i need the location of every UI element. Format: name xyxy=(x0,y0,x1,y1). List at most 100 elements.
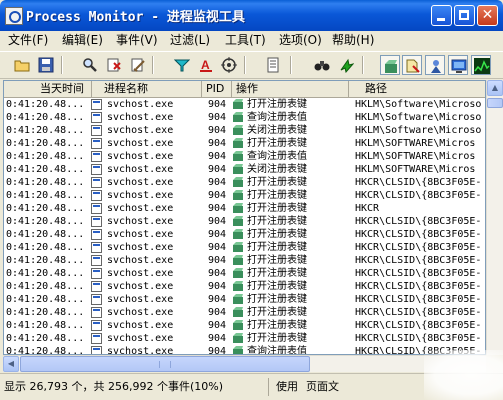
minimize-icon xyxy=(437,18,445,21)
registry-operation-icon xyxy=(232,124,244,136)
clear-icon xyxy=(131,58,145,72)
registry-operation-icon xyxy=(232,306,244,318)
event-path: HKCR\CLSID\{8BC3F05E- xyxy=(355,268,482,279)
event-count-status: 显示 26,793 个，共 256,992 个事件(10%) xyxy=(4,378,269,396)
save-button[interactable] xyxy=(36,55,56,75)
event-row[interactable]: 0:41:20.48... svchost.exe 904 打开注册表键 HKCR\CL… xyxy=(4,189,485,202)
event-row[interactable]: 0:41:20.48... svchost.exe 904 打开注册表键 HKCR\CL… xyxy=(4,306,485,319)
event-row[interactable]: 0:41:20.48... svchost.exe 904 查询注册表值 HKLM\So… xyxy=(4,111,485,124)
event-row[interactable]: 0:41:20.48... svchost.exe 904 打开注册表键 HKCR\CL… xyxy=(4,228,485,241)
scroll-left-button[interactable]: ◀ xyxy=(3,356,19,372)
event-pid: 904 xyxy=(208,203,227,214)
event-row[interactable]: 0:41:20.48... svchost.exe 904 打开注册表键 HKCR\CL… xyxy=(4,254,485,267)
scroll-up-button[interactable]: ▲ xyxy=(487,80,503,96)
properties-button[interactable] xyxy=(263,55,283,75)
column-process[interactable]: 进程名称 xyxy=(92,81,202,97)
show-process-button[interactable] xyxy=(448,55,468,75)
filter-icon xyxy=(174,59,190,72)
event-operation: 打开注册表键 xyxy=(247,177,307,188)
save-icon xyxy=(38,57,54,73)
event-row[interactable]: 0:41:20.48... svchost.exe 904 查询注册表值 HKCR\CL… xyxy=(4,345,485,355)
event-list[interactable]: 当天时间 进程名称 PID 操作 路径 0:41:20.48... svchost… xyxy=(3,80,486,355)
event-operation: 打开注册表键 xyxy=(247,281,307,292)
event-row[interactable]: 0:41:20.48... svchost.exe 904 关闭注册表键 HKLM\So… xyxy=(4,124,485,137)
event-time: 0:41:20.48... xyxy=(6,112,85,123)
highlight-button[interactable]: A xyxy=(196,55,216,75)
event-row[interactable]: 0:41:20.48... svchost.exe 904 打开注册表键 HKLM\SO… xyxy=(4,137,485,150)
event-row[interactable]: 0:41:20.48... svchost.exe 904 打开注册表键 HKCR\CL… xyxy=(4,215,485,228)
event-process: svchost.exe xyxy=(107,268,174,279)
capture-icon xyxy=(107,58,121,72)
menu-event[interactable]: 事件(V) xyxy=(116,32,158,49)
registry-operation-icon xyxy=(232,150,244,162)
event-row[interactable]: 0:41:20.48... svchost.exe 904 关闭注册表键 HKLM\SO… xyxy=(4,163,485,176)
process-window-icon xyxy=(91,99,102,110)
clear-button[interactable] xyxy=(128,55,148,75)
event-row[interactable]: 0:41:20.48... svchost.exe 904 打开注册表键 HKLM\So… xyxy=(4,98,485,111)
filter-button[interactable] xyxy=(172,55,192,75)
event-operation: 打开注册表键 xyxy=(247,99,307,110)
find-button[interactable] xyxy=(80,55,100,75)
event-time: 0:41:20.48... xyxy=(6,333,85,344)
process-window-icon xyxy=(91,281,102,292)
event-row[interactable]: 0:41:20.48... svchost.exe 904 打开注册表键 HKCR\CL… xyxy=(4,241,485,254)
horizontal-scrollbar[interactable]: ◀ xyxy=(3,355,486,372)
menu-file[interactable]: 文件(F) xyxy=(8,32,48,49)
event-operation: 打开注册表键 xyxy=(247,203,307,214)
jump-to-button[interactable] xyxy=(336,55,356,75)
event-time: 0:41:20.48... xyxy=(6,320,85,331)
event-path: HKCR xyxy=(355,203,380,214)
event-row[interactable]: 0:41:20.48... svchost.exe 904 打开注册表键 HKCR\CL… xyxy=(4,176,485,189)
event-row[interactable]: 0:41:20.48... svchost.exe 904 打开注册表键 HKCR\CL… xyxy=(4,267,485,280)
jump-arrow-icon xyxy=(340,58,354,73)
target-button[interactable] xyxy=(219,55,239,75)
menu-options[interactable]: 选项(O) xyxy=(279,32,322,49)
scroll-thumb[interactable] xyxy=(487,98,503,108)
registry-operation-icon xyxy=(232,189,244,201)
close-button[interactable]: ✕ xyxy=(477,5,498,26)
menu-edit[interactable]: 编辑(E) xyxy=(62,32,103,49)
menu-filter[interactable]: 过滤(L) xyxy=(170,32,210,49)
vertical-scrollbar[interactable]: ▲ xyxy=(486,80,503,355)
event-row[interactable]: 0:41:20.48... svchost.exe 904 打开注册表键 HKCR\CL… xyxy=(4,280,485,293)
maximize-button[interactable] xyxy=(454,5,475,26)
event-time: 0:41:20.48... xyxy=(6,203,85,214)
event-pid: 904 xyxy=(208,164,227,175)
title-bar[interactable]: Process Monitor - 进程监视工具 ✕ xyxy=(0,0,503,31)
event-row[interactable]: 0:41:20.48... svchost.exe 904 打开注册表键 HKCR xyxy=(4,202,485,215)
open-button[interactable] xyxy=(12,55,32,75)
show-network-button[interactable] xyxy=(425,55,445,75)
show-registry-button[interactable] xyxy=(380,55,400,75)
event-path: HKLM\SOFTWARE\Micros xyxy=(355,164,476,175)
process-window-icon xyxy=(91,112,102,123)
column-time[interactable]: 当天时间 xyxy=(4,81,92,97)
process-window-icon xyxy=(91,320,102,331)
process-window-icon xyxy=(91,242,102,253)
horizontal-scroll-thumb[interactable] xyxy=(20,356,310,372)
column-operation[interactable]: 操作 xyxy=(232,81,349,97)
event-process: svchost.exe xyxy=(107,151,174,162)
show-filesystem-button[interactable] xyxy=(402,55,422,75)
event-pid: 904 xyxy=(208,151,227,162)
column-path[interactable]: 路径 xyxy=(349,81,485,97)
capture-button[interactable] xyxy=(104,55,124,75)
menu-tools[interactable]: 工具(T) xyxy=(225,32,266,49)
event-row[interactable]: 0:41:20.48... svchost.exe 904 打开注册表键 HKCR\CL… xyxy=(4,293,485,306)
search-button[interactable] xyxy=(312,55,332,75)
column-pid[interactable]: PID xyxy=(202,81,232,97)
registry-operation-icon xyxy=(232,319,244,331)
event-row[interactable]: 0:41:20.48... svchost.exe 904 查询注册表值 HKLM\SO… xyxy=(4,150,485,163)
registry-operation-icon xyxy=(232,228,244,240)
event-row[interactable]: 0:41:20.48... svchost.exe 904 打开注册表键 HKCR\CL… xyxy=(4,332,485,345)
show-profiling-button[interactable] xyxy=(471,55,491,75)
registry-icon xyxy=(385,60,397,73)
event-rows: 0:41:20.48... svchost.exe 904 打开注册表键 HKLM\So… xyxy=(4,98,485,355)
event-process: svchost.exe xyxy=(107,255,174,266)
event-row[interactable]: 0:41:20.48... svchost.exe 904 打开注册表键 HKCR\CL… xyxy=(4,319,485,332)
registry-operation-icon xyxy=(232,98,244,110)
event-path: HKCR\CLSID\{8BC3F05E- xyxy=(355,229,482,240)
event-time: 0:41:20.48... xyxy=(6,177,85,188)
menu-help[interactable]: 帮助(H) xyxy=(332,32,374,49)
minimize-button[interactable] xyxy=(431,5,452,26)
event-pid: 904 xyxy=(208,346,227,355)
